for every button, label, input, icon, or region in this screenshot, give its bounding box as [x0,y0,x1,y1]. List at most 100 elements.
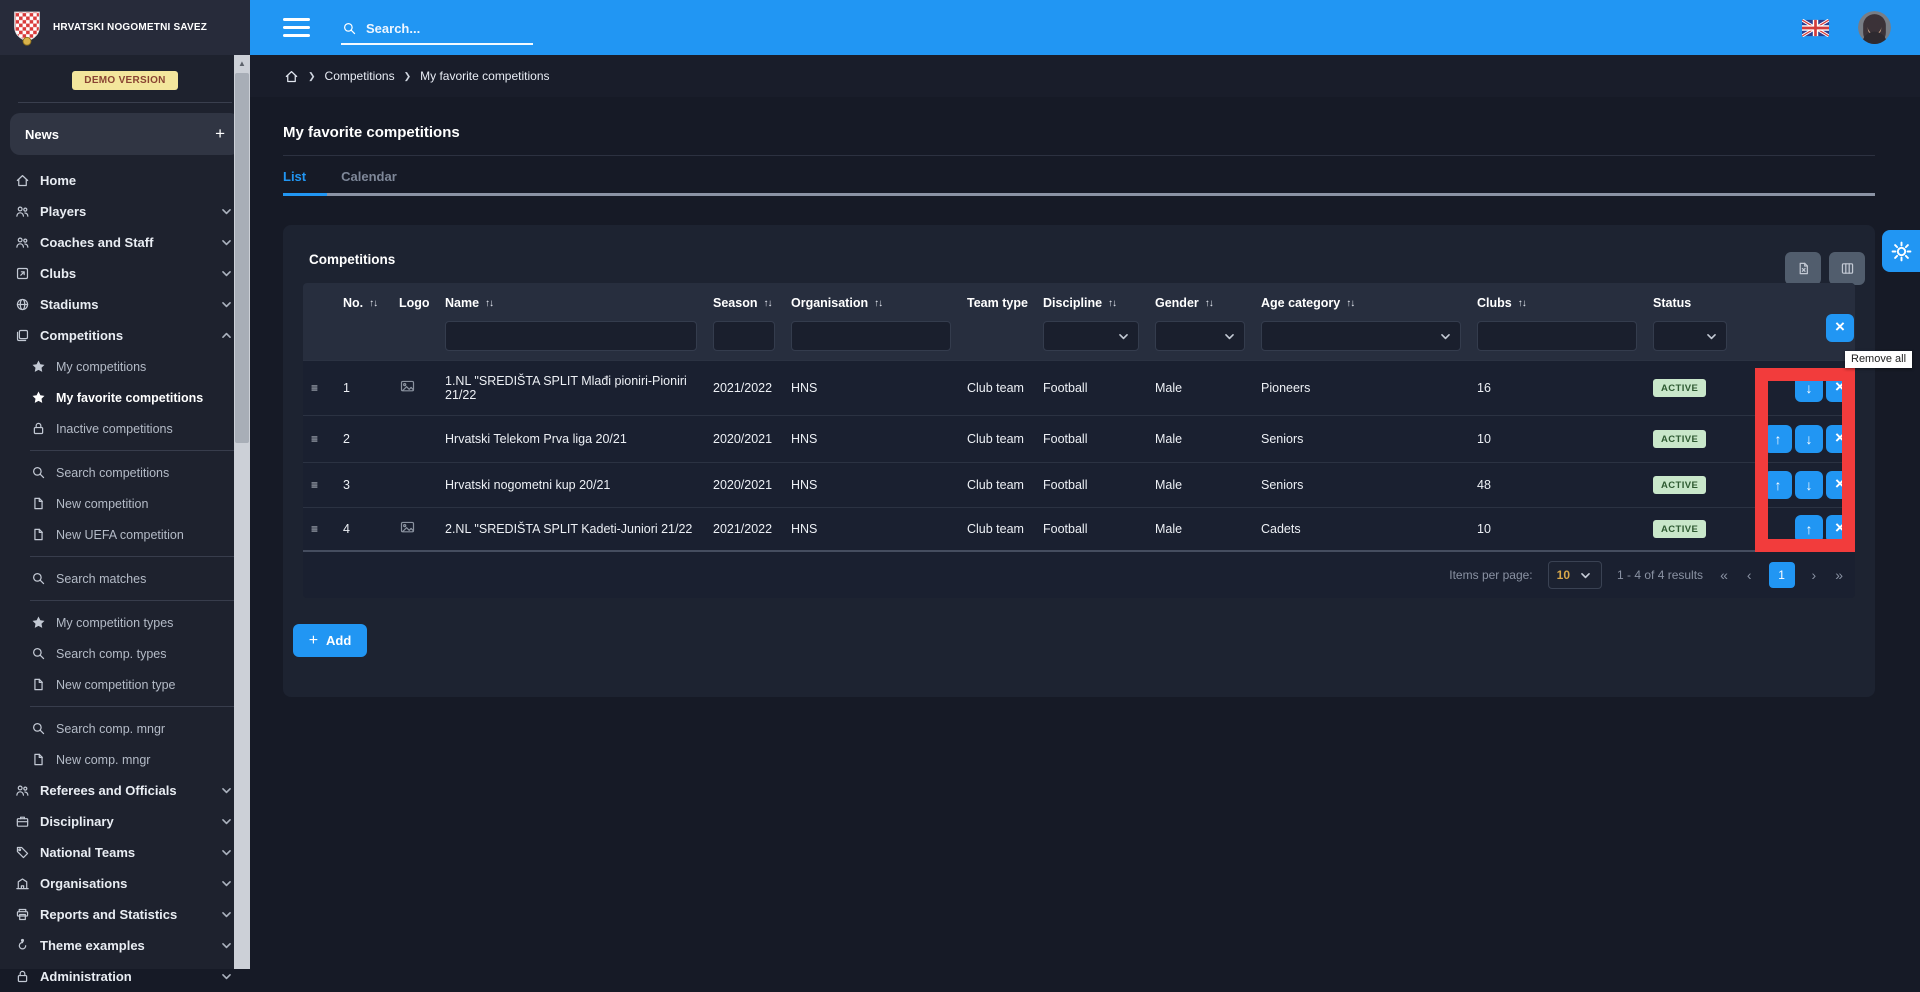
sort-icon[interactable] [369,298,377,309]
column-settings-button[interactable] [1829,252,1865,285]
sidebar-item-new-competition[interactable]: New competition [0,488,250,519]
sidebar-item-players[interactable]: Players [0,196,250,227]
scrollbar-up-arrow-icon[interactable] [234,55,250,71]
chevron-down-icon [218,783,234,799]
sort-icon[interactable] [485,298,493,309]
sidebar-item-new-uefa-competition[interactable]: New UEFA competition [0,519,250,550]
drag-handle[interactable] [303,432,335,446]
language-flag-icon[interactable] [1802,19,1829,37]
export-excel-button[interactable] [1785,252,1821,285]
move-up-button[interactable] [1764,425,1792,453]
sidebar-item-my-competition-types[interactable]: My competition types [0,607,250,638]
cell-name[interactable]: 2.NL "SREDIŠTA SPLIT Kadeti-Juniori 21/2… [437,522,705,536]
sidebar-item-theme-examples[interactable]: Theme examples [0,930,250,961]
column-gender: Gender [1147,292,1253,351]
sidebar-item-search-comp-types[interactable]: Search comp. types [0,638,250,669]
sidebar-item-home[interactable]: Home [0,165,250,196]
age-category-filter-select[interactable] [1261,321,1461,351]
settings-panel-button[interactable] [1882,230,1920,272]
sidebar-item-competitions[interactable]: Competitions [0,320,250,351]
tab-calendar[interactable]: Calendar [341,169,397,184]
home-icon[interactable] [283,68,299,84]
remove-all-button[interactable] [1826,314,1854,342]
sidebar-item-coaches[interactable]: Coaches and Staff [0,227,250,258]
season-filter-input[interactable] [713,321,775,351]
cell-name[interactable]: Hrvatski nogometni kup 20/21 [437,478,705,492]
drag-handle[interactable] [303,522,335,536]
sort-icon[interactable] [1205,298,1213,309]
drag-handle[interactable] [303,381,335,395]
sidebar-item-stadiums[interactable]: Stadiums [0,289,250,320]
breadcrumb-item[interactable]: Competitions [325,69,395,83]
clubs-filter-input[interactable] [1477,321,1637,351]
divider [30,450,234,451]
sidebar-item-search-comp-mngr[interactable]: Search comp. mngr [0,713,250,744]
sort-icon[interactable] [763,298,771,309]
sidebar-item-new-competition-type[interactable]: New competition type [0,669,250,700]
breadcrumb-item[interactable]: My favorite competitions [420,69,549,83]
remove-row-button[interactable] [1826,425,1854,453]
status-filter-select[interactable] [1653,321,1727,351]
cell-name[interactable]: Hrvatski Telekom Prva liga 20/21 [437,432,705,446]
cell-discipline: Football [1035,381,1147,395]
sidebar-item-reports[interactable]: Reports and Statistics [0,899,250,930]
sidebar-item-administration[interactable]: Administration [0,961,250,992]
news-widget[interactable]: News [10,113,240,155]
add-button[interactable]: Add [293,624,367,657]
sidebar-item-inactive-competitions[interactable]: Inactive competitions [0,413,250,444]
sidebar-item-clubs[interactable]: Clubs [0,258,250,289]
page-number-button[interactable]: 1 [1769,562,1795,588]
organisation-filter-input[interactable] [791,321,951,351]
first-page-button[interactable] [1718,567,1730,583]
discipline-filter-select[interactable] [1043,321,1139,351]
cell-gender: Male [1147,522,1253,536]
sidebar-item-my-favorite-competitions[interactable]: My favorite competitions [0,382,250,413]
last-page-button[interactable] [1833,567,1845,583]
sidebar-item-my-competitions[interactable]: My competitions [0,351,250,382]
sidebar-item-label: Disciplinary [40,814,114,829]
sidebar-item-disciplinary[interactable]: Disciplinary [0,806,250,837]
sidebar-item-label: Players [40,204,86,219]
table-row: 1 1.NL "SREDIŠTA SPLIT Mlađi pioniri-Pio… [303,360,1855,415]
remove-row-button[interactable] [1826,374,1854,402]
chevron-down-icon [218,907,234,923]
move-down-button[interactable] [1795,425,1823,453]
status-badge: ACTIVE [1653,476,1706,494]
remove-row-button[interactable] [1826,515,1854,543]
name-filter-input[interactable] [445,321,697,351]
cell-organisation: HNS [783,478,959,492]
items-per-page-select[interactable]: 10 [1548,561,1602,589]
remove-row-button[interactable] [1826,471,1854,499]
sidebar-item-new-comp-mngr[interactable]: New comp. mngr [0,744,250,775]
tab-list[interactable]: List [283,169,306,184]
user-avatar[interactable] [1858,11,1891,44]
next-page-button[interactable] [1810,567,1819,583]
sort-icon[interactable] [1108,298,1116,309]
column-team-type: Team type [959,292,1035,314]
plus-icon[interactable] [215,124,225,144]
move-up-button[interactable] [1795,515,1823,543]
sidebar-item-referees[interactable]: Referees and Officials [0,775,250,806]
cell-clubs: 48 [1469,478,1645,492]
sidebar-scrollbar[interactable] [234,55,250,969]
sidebar-item-search-matches[interactable]: Search matches [0,563,250,594]
sort-icon[interactable] [1518,298,1526,309]
cell-name[interactable]: 1.NL "SREDIŠTA SPLIT Mlađi pioniri-Pioni… [437,374,705,402]
move-down-button[interactable] [1795,471,1823,499]
hamburger-menu-icon[interactable] [283,14,310,42]
sort-icon[interactable] [1346,298,1354,309]
table-row: 2 Hrvatski Telekom Prva liga 20/21 2020/… [303,415,1855,462]
sidebar-item-organisations[interactable]: Organisations [0,868,250,899]
scrollbar-thumb[interactable] [235,73,249,443]
sidebar-item-national-teams[interactable]: National Teams [0,837,250,868]
global-search-input[interactable]: Search... [341,20,533,45]
gender-filter-select[interactable] [1155,321,1245,351]
sidebar-item-search-competitions[interactable]: Search competitions [0,457,250,488]
sort-icon[interactable] [874,298,882,309]
cell-gender: Male [1147,432,1253,446]
previous-page-button[interactable] [1745,567,1754,583]
move-down-button[interactable] [1795,374,1823,402]
drag-handle[interactable] [303,478,335,492]
national-teams-icon [14,845,30,861]
move-up-button[interactable] [1764,471,1792,499]
